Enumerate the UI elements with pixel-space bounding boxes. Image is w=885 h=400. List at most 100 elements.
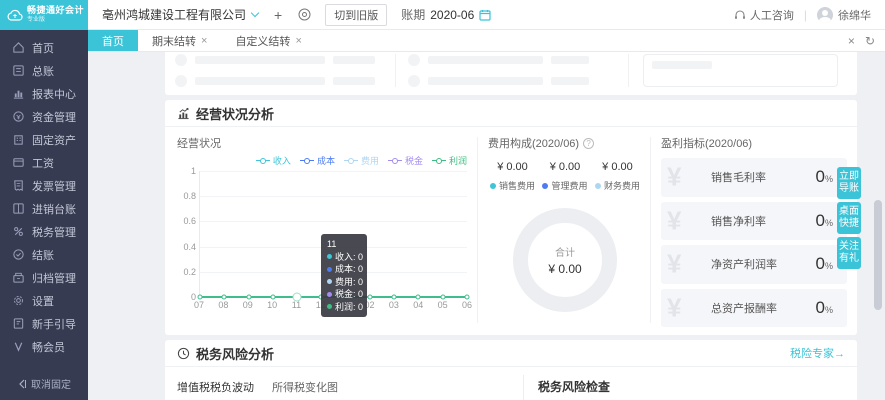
tooltip-dot-icon <box>327 266 332 272</box>
vip-icon <box>14 342 23 352</box>
sidebar-item-fixed-assets[interactable]: 固定资产 <box>0 128 88 151</box>
unpin-sidebar-button[interactable]: 取消固定 <box>0 367 88 400</box>
tax-expert-link[interactable]: 税险专家→ <box>790 345 845 361</box>
expense-title: 费用构成(2020/06) <box>488 138 580 150</box>
notice-card <box>643 54 838 87</box>
legend-item-expense[interactable]: 费用 <box>343 154 379 167</box>
chart-legend: 收入 成本 费用 税金 利润 <box>177 154 467 167</box>
chevron-down-icon <box>250 8 260 18</box>
sidebar: 首页 总账 报表中心 资金管理 固定资产 工资 发票管理 进销台账 税务管理 结… <box>0 30 88 400</box>
collapse-icon <box>19 379 26 388</box>
sidebar-item-invoices[interactable]: 发票管理 <box>0 174 88 197</box>
money-icon <box>13 111 24 122</box>
expense-donut-chart: 合计 ¥ 0.00 <box>513 208 617 312</box>
profit-row-net-margin: ¥ 销售净利率 0% <box>661 201 847 240</box>
company-name: 亳州鸿城建设工程有限公司 <box>102 8 247 22</box>
profit-panel: 盈利指标(2020/06) ¥ 销售毛利率 0% ¥ 销售净利率 0% ¥ 净资… <box>651 127 857 333</box>
ledger-icon <box>13 65 24 76</box>
watermark-icon: ¥ <box>667 161 682 192</box>
legend-item-profit[interactable]: 利润 <box>431 154 467 167</box>
switch-old-version-button[interactable]: 切到旧版 <box>325 3 388 26</box>
sidebar-item-funds[interactable]: 资金管理 <box>0 105 88 128</box>
business-chart-panel[interactable]: 经营状况 收入 成本 费用 税金 利润 1 0.8 0.6 0.4 0.2 0 … <box>165 127 477 333</box>
app-logo[interactable]: 畅捷通好会计 专业版 <box>0 0 88 30</box>
tab-home[interactable]: 首页 <box>88 30 138 51</box>
legend-item-tax[interactable]: 税金 <box>387 154 423 167</box>
tax-risk-card: 税务风险分析 税险专家→ 增值税税负波动 所得税变化图 税务风险检查 <box>165 340 857 400</box>
legend-marker-icon <box>431 158 446 164</box>
username: 徐绵华 <box>838 9 871 22</box>
profit-title: 盈利指标(2020/06) <box>661 138 753 150</box>
calendar-icon <box>479 9 491 21</box>
legend-item-cost[interactable]: 成本 <box>299 154 335 167</box>
sidebar-item-reports[interactable]: 报表中心 <box>0 82 88 105</box>
user-menu[interactable]: 徐绵华 <box>817 6 871 23</box>
gear-icon <box>14 296 23 305</box>
building-icon <box>14 135 23 145</box>
top-bar: 畅捷通好会计 专业版 亳州鸿城建设工程有限公司 + 切到旧版 账期 2020-0… <box>0 0 885 30</box>
home-icon <box>13 42 24 53</box>
import-accounts-button[interactable]: 立即导账 <box>837 167 861 199</box>
close-tab-icon[interactable]: × <box>295 35 301 47</box>
follow-gift-button[interactable]: 关注有礼 <box>837 237 861 269</box>
sidebar-item-inventory[interactable]: 进销台账 <box>0 197 88 220</box>
support-label: 人工咨询 <box>749 9 794 22</box>
sidebar-item-archive[interactable]: 归档管理 <box>0 266 88 289</box>
sidebar-item-ledger[interactable]: 总账 <box>0 59 88 82</box>
logo-title: 畅捷通好会计 <box>27 5 85 15</box>
badge-icon[interactable] <box>298 8 311 21</box>
legend-marker-icon <box>387 158 402 164</box>
tooltip-title: 11 <box>327 239 337 249</box>
stat-dot-icon <box>594 182 601 189</box>
desktop-shortcut-button[interactable]: 桌面快捷 <box>837 202 861 234</box>
scrollbar-thumb[interactable] <box>874 200 882 310</box>
sidebar-item-payroll[interactable]: 工资 <box>0 151 88 174</box>
sidebar-item-home[interactable]: 首页 <box>0 36 88 59</box>
profit-row-equity-return: ¥ 净资产利润率 0% <box>661 245 847 284</box>
floating-buttons: 立即导账 桌面快捷 关注有礼 <box>837 167 861 269</box>
sidebar-item-member[interactable]: 畅会员 <box>0 335 88 358</box>
close-tab-icon[interactable]: × <box>201 35 207 47</box>
check-cycle-icon <box>13 249 24 260</box>
app-root: 畅捷通好会计 专业版 亳州鸿城建设工程有限公司 + 切到旧版 账期 2020-0… <box>0 0 885 400</box>
avatar <box>817 6 833 23</box>
period-selector[interactable]: 账期 2020-06 <box>401 6 491 23</box>
summary-skeleton-card <box>165 46 857 95</box>
legend-item-income[interactable]: 收入 <box>255 154 291 167</box>
support-link[interactable]: 人工咨询 <box>734 7 794 23</box>
chart-title: 经营状况 <box>177 138 221 150</box>
profit-row-asset-return: ¥ 总资产报酬率 0% <box>661 288 847 327</box>
tooltip-dot-icon <box>327 254 332 260</box>
tab-bar: 首页 期末结转 × 自定义结转 × × ↻ <box>88 30 885 52</box>
tooltip-dot-icon <box>327 291 332 297</box>
tab-custom-closing[interactable]: 自定义结转 × <box>221 30 315 51</box>
profit-row-gross-margin: ¥ 销售毛利率 0% <box>661 158 847 197</box>
section-title: 经营状况分析 <box>196 106 275 122</box>
expense-panel: 费用构成(2020/06) ? ¥ 0.00 销售费用 ¥ 0.00 管理费用 <box>478 127 650 333</box>
legend-marker-icon <box>343 158 358 164</box>
refresh-icon[interactable]: ↻ <box>865 34 875 48</box>
topbar-divider: | <box>803 7 807 22</box>
percent-icon <box>14 227 23 236</box>
expense-stat-finance: ¥ 0.00 财务费用 <box>594 161 640 192</box>
business-analysis-card: 经营状况分析 经营状况 收入 成本 费用 税金 利润 1 0.8 0.6 0.4… <box>165 100 857 335</box>
tax-check-title: 税务风险检查 <box>538 380 611 394</box>
sidebar-item-settings[interactable]: 设置 <box>0 289 88 312</box>
sidebar-item-guide[interactable]: 新手引导 <box>0 312 88 335</box>
help-icon[interactable]: ? <box>583 137 595 149</box>
stat-dot-icon <box>542 182 549 189</box>
close-all-tabs-icon[interactable]: × <box>848 34 855 48</box>
watermark-icon: ¥ <box>667 205 682 236</box>
expense-stat-admin: ¥ 0.00 管理费用 <box>542 161 588 192</box>
sidebar-item-closing[interactable]: 结账 <box>0 243 88 266</box>
watermark-icon: ¥ <box>667 292 682 323</box>
tab-income-tax-trend[interactable]: 所得税变化图 <box>272 379 338 400</box>
tab-period-closing[interactable]: 期末结转 × <box>138 30 221 51</box>
tooltip-dot-icon <box>327 304 332 310</box>
chart-tooltip: 11 收入: 0 成本: 0 费用: 0 税金: 0 利润: 0 <box>321 234 367 317</box>
add-company-button[interactable]: + <box>274 8 282 22</box>
company-selector[interactable]: 亳州鸿城建设工程有限公司 <box>102 6 260 23</box>
tab-vat-fluctuation[interactable]: 增值税税负波动 <box>177 379 254 400</box>
legend-marker-icon <box>255 158 270 164</box>
sidebar-item-tax[interactable]: 税务管理 <box>0 220 88 243</box>
